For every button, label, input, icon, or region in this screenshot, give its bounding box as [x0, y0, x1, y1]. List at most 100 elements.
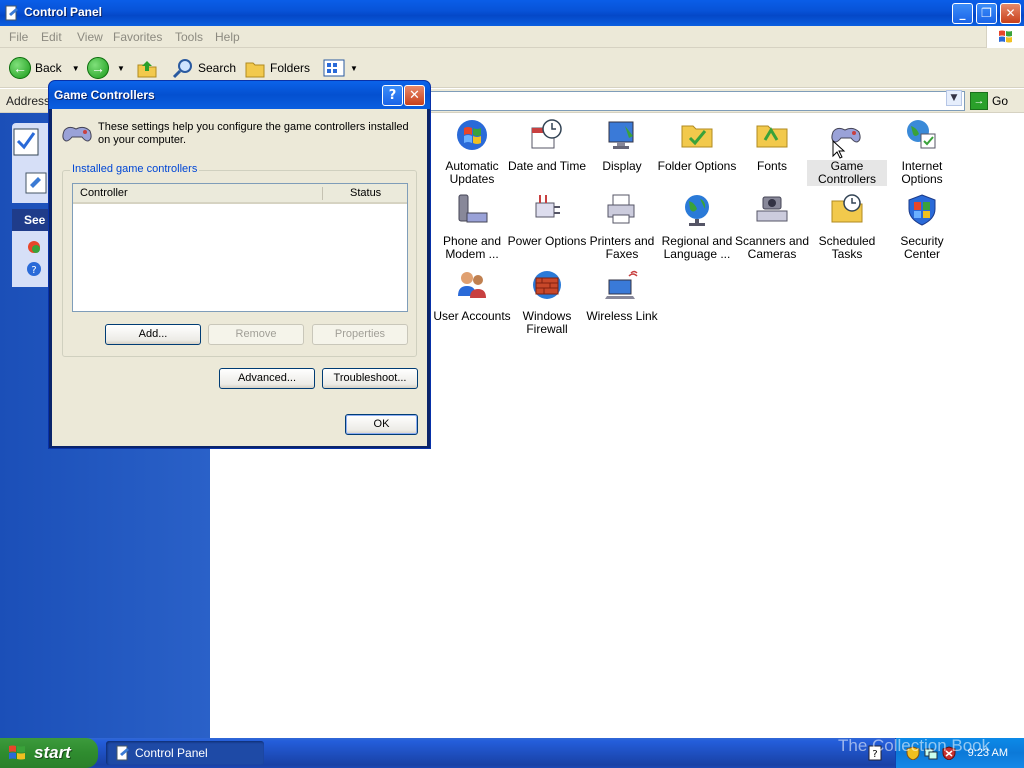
start-button[interactable]: start: [0, 738, 98, 768]
cp-item-label: Regional and Language ...: [661, 234, 733, 261]
power-options-icon: [535, 195, 560, 218]
control-panel-icon: [116, 745, 129, 761]
dialog-intro-text: These settings help you configure the ga…: [98, 121, 409, 146]
mouse-cursor-icon: [832, 140, 846, 159]
dialog-titlebar[interactable]: Game Controllers ? ✕: [49, 81, 430, 109]
cp-item-wireless-link[interactable]: Wireless Link: [582, 268, 662, 323]
cp-item-label: Power Options: [507, 234, 587, 248]
controllers-list[interactable]: Controller Status: [72, 183, 408, 312]
cp-item-windows-firewall[interactable]: Windows Firewall: [507, 268, 587, 336]
cp-item-date-time[interactable]: Date and Time: [507, 118, 587, 173]
column-divider[interactable]: [322, 187, 323, 200]
game-controller-icon: [62, 126, 92, 142]
menu-help[interactable]: Help: [215, 30, 240, 44]
cp-item-scanners-cameras[interactable]: Scanners and Cameras: [732, 193, 812, 261]
user-accounts-icon: [458, 272, 486, 298]
menu-edit[interactable]: Edit: [41, 30, 62, 44]
printers-faxes-icon: [607, 194, 635, 224]
cp-item-label: Automatic Updates: [445, 159, 499, 186]
internet-options-icon: [907, 120, 936, 149]
taskbar-item-control-panel[interactable]: Control Panel: [106, 741, 264, 765]
properties-button[interactable]: Properties: [312, 324, 408, 345]
menu-file[interactable]: File: [9, 30, 28, 44]
remove-button[interactable]: Remove: [208, 324, 304, 345]
cp-item-label: User Accounts: [433, 309, 511, 323]
views-button[interactable]: ▼: [322, 56, 358, 80]
troubleshoot-button[interactable]: Troubleshoot...: [322, 368, 418, 389]
search-icon: [172, 59, 192, 79]
cp-item-label: Date and Time: [507, 159, 587, 173]
cp-item-security-center[interactable]: Security Center: [882, 193, 962, 261]
window-titlebar[interactable]: Control Panel _ ❐ ✕: [0, 0, 1024, 26]
cp-item-automatic-updates[interactable]: Automatic Updates: [432, 118, 512, 186]
menu-bar: File Edit View Favorites Tools Help: [0, 26, 1024, 48]
search-button[interactable]: Search: [172, 56, 236, 80]
list-header: Controller Status: [73, 184, 407, 204]
dialog-title: Game Controllers: [54, 88, 155, 102]
address-dropdown-icon[interactable]: ▼: [946, 90, 962, 106]
windows-firewall-icon: [533, 271, 561, 299]
fonts-icon: [756, 125, 788, 148]
close-button[interactable]: ✕: [1000, 3, 1021, 24]
dialog-body: These settings help you configure the ga…: [52, 109, 427, 446]
views-dropdown-icon[interactable]: ▼: [350, 64, 358, 73]
cp-item-regional-language[interactable]: Regional and Language ...: [657, 193, 737, 261]
ok-button[interactable]: OK: [345, 414, 418, 435]
advanced-button[interactable]: Advanced...: [219, 368, 315, 389]
window-title: Control Panel: [24, 5, 103, 19]
date-time-icon: [531, 119, 562, 149]
cp-item-folder-options[interactable]: Folder Options: [657, 118, 737, 173]
wireless-link-icon: [605, 270, 638, 299]
search-label: Search: [198, 61, 237, 75]
cp-item-scheduled-tasks[interactable]: Scheduled Tasks: [807, 193, 887, 261]
restore-button[interactable]: ❐: [976, 3, 997, 24]
scanners-cameras-icon: [756, 196, 788, 222]
scheduled-tasks-icon: [831, 194, 863, 223]
phone-modem-icon: [458, 194, 488, 223]
cp-item-label: Game Controllers: [807, 160, 887, 186]
cp-item-label: Fonts: [756, 159, 787, 173]
folders-icon: [245, 62, 265, 78]
column-header-status[interactable]: Status: [350, 187, 381, 199]
back-arrow-icon: ←: [9, 57, 31, 79]
cp-item-label: Security Center: [900, 234, 944, 261]
forward-dropdown-icon[interactable]: ▼: [117, 64, 125, 73]
views-icon: [323, 59, 345, 77]
menu-favorites[interactable]: Favorites: [113, 30, 162, 44]
cp-item-user-accounts[interactable]: User Accounts: [432, 268, 512, 323]
cp-item-label: Folder Options: [657, 159, 737, 173]
menu-tools[interactable]: Tools: [175, 30, 203, 44]
cp-item-display[interactable]: Display: [582, 118, 662, 173]
menu-view[interactable]: View: [77, 30, 103, 44]
back-label: Back: [35, 61, 62, 75]
help-button[interactable]: ?: [382, 85, 403, 106]
cp-item-game-controllers[interactable]: Game Controllers: [807, 118, 887, 186]
cp-item-label: Phone and Modem ...: [442, 234, 502, 261]
up-folder-button[interactable]: [136, 56, 158, 80]
folders-button[interactable]: Folders: [244, 56, 310, 80]
minimize-button[interactable]: _: [952, 3, 973, 24]
column-header-controller[interactable]: Controller: [80, 187, 128, 199]
forward-button[interactable]: → ▼: [87, 56, 125, 80]
go-label: Go: [992, 94, 1009, 108]
installed-controllers-group: Installed game controllers Controller St…: [62, 163, 417, 357]
cp-item-printers-faxes[interactable]: Printers and Faxes: [582, 193, 662, 261]
cp-item-power-options[interactable]: Power Options: [507, 193, 587, 248]
cp-item-internet-options[interactable]: Internet Options: [882, 118, 962, 186]
folders-label: Folders: [270, 61, 311, 75]
go-button[interactable]: → Go: [970, 92, 1008, 110]
cp-item-label: Scanners and Cameras: [734, 234, 810, 261]
back-dropdown-icon[interactable]: ▼: [72, 64, 80, 73]
windows-logo: [986, 26, 1024, 48]
cp-item-phone-modem[interactable]: Phone and Modem ...: [432, 193, 512, 261]
add-button[interactable]: Add...: [105, 324, 201, 345]
cp-item-label: Windows Firewall: [522, 309, 572, 336]
folder-options-icon: [681, 125, 713, 148]
security-center-icon: [908, 194, 936, 226]
dialog-close-button[interactable]: ✕: [404, 85, 425, 106]
cp-item-label: Display: [602, 159, 642, 173]
back-button[interactable]: ← Back ▼: [9, 56, 80, 80]
cp-item-fonts[interactable]: Fonts: [732, 118, 812, 173]
windows-flag-icon: [999, 30, 1012, 43]
cp-item-label: Scheduled Tasks: [818, 234, 876, 261]
